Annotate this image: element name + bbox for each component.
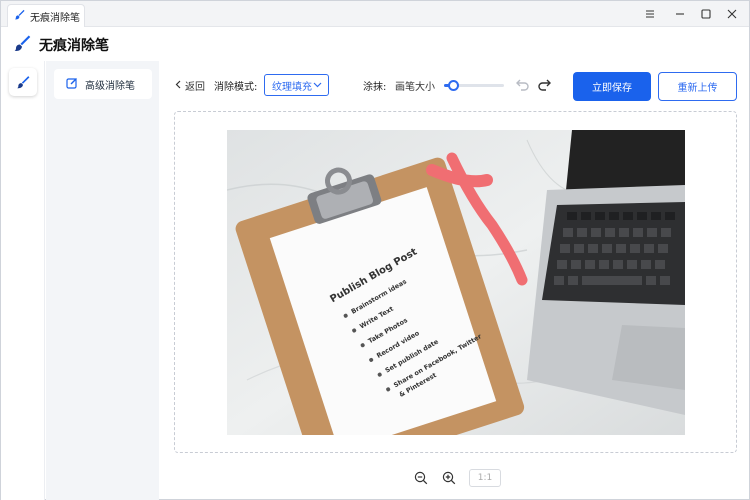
sidebar-item-label: 高级消除笔 (85, 80, 135, 92)
slider-handle[interactable] (448, 80, 459, 91)
image-canvas[interactable]: Publish Blog Post Brainstorm ideas Write… (174, 111, 737, 453)
minimize-icon[interactable] (671, 5, 689, 23)
chevron-down-icon (313, 80, 322, 92)
back-button[interactable]: 返回 (175, 78, 205, 93)
zoom-ratio-button[interactable]: 1:1 (469, 469, 501, 487)
mode-select-value: 纹理填充 (272, 81, 312, 93)
sub-sidebar: 高级消除笔 (46, 61, 159, 500)
mode-label: 消除模式: (214, 82, 258, 93)
sidebar-item-advanced-eraser[interactable]: 高级消除笔 (54, 69, 152, 99)
app-header: 无痕消除笔 (1, 28, 749, 61)
chevron-left-icon (175, 80, 181, 92)
back-label: 返回 (185, 82, 205, 93)
smear-label: 涂抹: (363, 82, 387, 93)
left-rail (1, 61, 45, 500)
window-tab[interactable]: 无痕消除笔 (7, 4, 85, 27)
close-icon[interactable] (723, 5, 741, 23)
zoom-bar: 1:1 (413, 468, 501, 488)
eraser-tool-button[interactable] (9, 68, 37, 96)
title-bar: 无痕消除笔 (1, 1, 749, 27)
brush-size-slider[interactable] (444, 80, 504, 91)
window-tab-title: 无痕消除笔 (30, 12, 80, 24)
maximize-icon[interactable] (697, 5, 715, 23)
mode-select[interactable]: 纹理填充 (264, 74, 329, 96)
brush-logo-icon (14, 9, 25, 23)
reupload-button[interactable]: 重新上传 (658, 72, 737, 101)
save-button[interactable]: 立即保存 (573, 72, 651, 101)
menu-icon[interactable] (641, 5, 659, 23)
app-window: 无痕消除笔 无痕消除笔 高级消除笔 返回 消除模式: 纹理填充 涂抹: 画笔大小… (0, 0, 750, 500)
zoom-out-icon[interactable] (413, 470, 429, 486)
redo-icon[interactable] (536, 76, 552, 92)
brush-size-label: 画笔大小 (395, 82, 435, 93)
toolbar: 返回 消除模式: 纹理填充 涂抹: 画笔大小 立即保存 重新上传 (159, 61, 749, 109)
brush-logo-icon (13, 34, 31, 56)
app-title: 无痕消除笔 (39, 37, 109, 54)
photo[interactable]: Publish Blog Post Brainstorm ideas Write… (227, 130, 685, 435)
edit-icon (66, 77, 78, 92)
undo-icon[interactable] (515, 76, 531, 92)
zoom-in-icon[interactable] (441, 470, 457, 486)
